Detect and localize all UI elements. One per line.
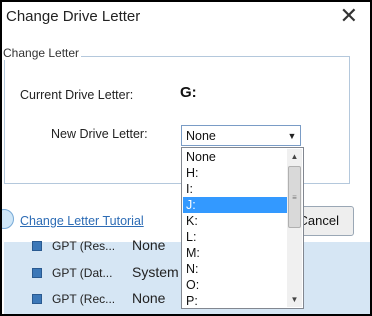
dropdown-option[interactable]: M: [183,245,287,261]
dropdown-option[interactable]: K: [183,213,287,229]
change-letter-tutorial-link[interactable]: Change Letter Tutorial [20,214,144,228]
dialog-title: Change Drive Letter [6,8,141,25]
change-drive-letter-dialog: GPT (Res... None GPT (Dat... System GPT … [2,2,370,314]
scroll-up-icon[interactable]: ▲ [287,149,302,164]
partition-filesystem: None [132,290,166,306]
new-drive-letter-label: New Drive Letter: [51,127,148,141]
partition-icon [32,294,42,304]
current-drive-letter-label: Current Drive Letter: [20,88,134,102]
dropdown-option[interactable]: O: [183,277,287,293]
partition-filesystem: None [132,237,166,253]
dropdown-option[interactable]: N: [183,261,287,277]
current-drive-letter-value: G: [180,84,197,101]
chevron-down-icon[interactable]: ▼ [284,126,300,145]
partition-filesystem: System [132,264,179,280]
new-drive-letter-select[interactable]: None ▼ [181,125,301,146]
dropdown-option-selected[interactable]: J: [183,197,287,213]
partition-name: GPT (Dat... [52,266,113,280]
help-icon [2,209,14,229]
scroll-down-icon[interactable]: ▼ [287,292,302,307]
partition-icon [32,268,42,278]
dropdown-option[interactable]: P: [183,293,287,309]
dropdown-scrollbar[interactable]: ▲ ≡ ▼ [287,149,302,307]
dropdown-option[interactable]: I: [183,181,287,197]
partition-icon [32,241,42,251]
dropdown-option[interactable]: L: [183,229,287,245]
drive-letter-dropdown-list: None H: I: J: K: L: M: N: O: P: ▲ ≡ ▼ [181,147,304,309]
group-title: Change Letter [3,46,82,60]
partition-name: GPT (Res... [52,239,116,253]
selected-value: None [186,129,216,143]
scroll-thumb[interactable]: ≡ [288,166,301,228]
dropdown-option[interactable]: None [183,149,287,165]
close-icon[interactable]: ✕ [340,5,358,27]
partition-name: GPT (Rec... [52,292,116,306]
dropdown-option[interactable]: H: [183,165,287,181]
